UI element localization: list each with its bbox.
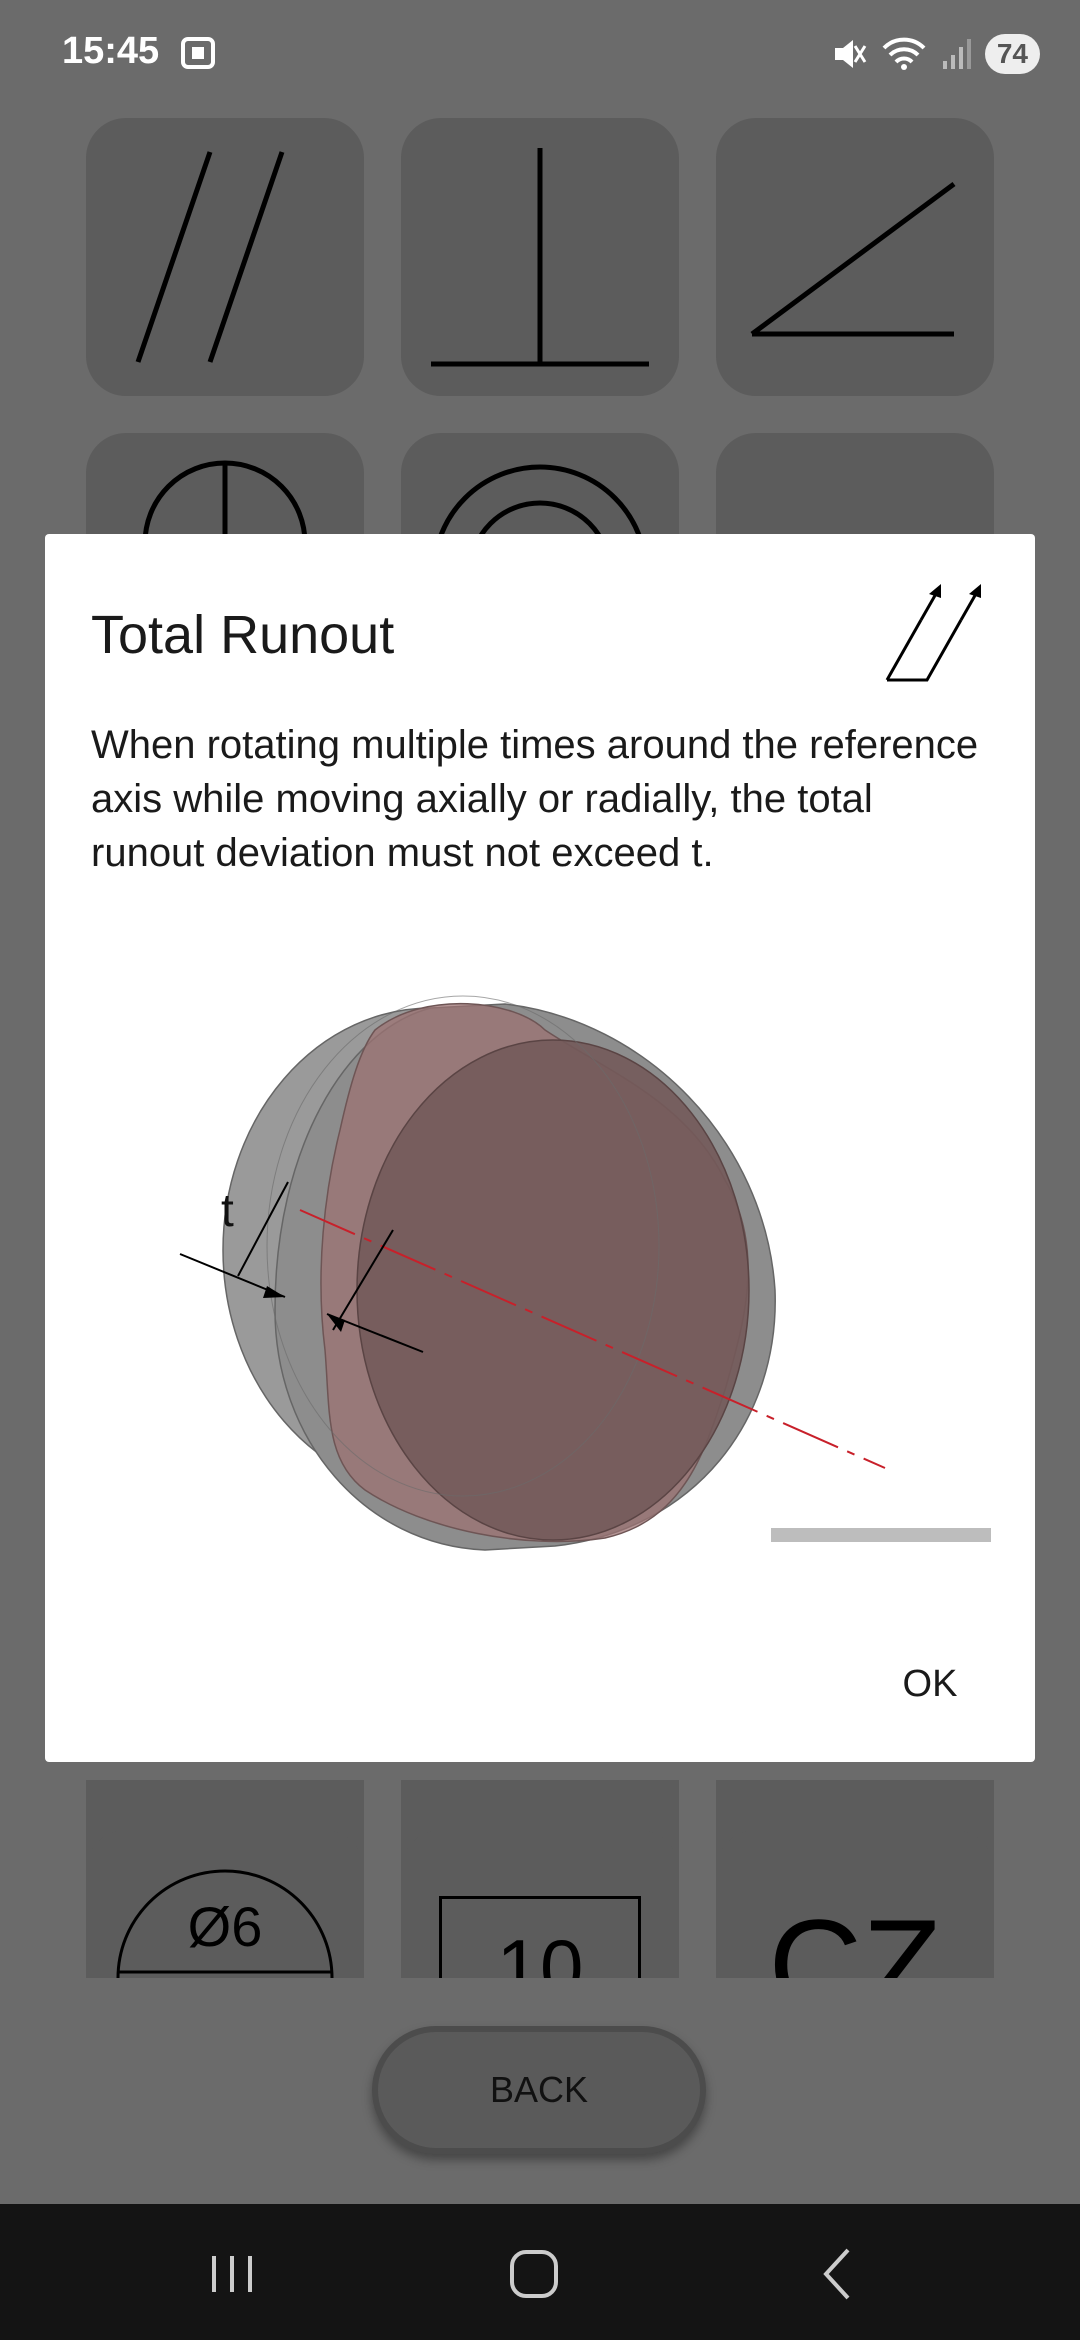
basic-dimension-label: 10 [496, 1923, 584, 1978]
total-runout-dialog: Total Runout When rotating multiple time… [45, 534, 1035, 1762]
common-zone-tile[interactable]: CZ [716, 1830, 994, 1978]
dimension-t-label: t [221, 1184, 234, 1236]
wifi-icon [882, 37, 926, 70]
status-bar: 15:45 74 [0, 0, 1080, 110]
total-runout-icon [885, 584, 981, 682]
signal-icon [942, 39, 971, 69]
back-nav-icon[interactable] [798, 2234, 878, 2314]
bottom-symbol-row: Ø6 10 CZ [0, 1780, 1080, 1978]
status-time: 15:45 [62, 30, 160, 72]
perpendicularity-tile[interactable] [401, 118, 679, 396]
cylinder-front-face [356, 1039, 750, 1541]
dialog-title: Total Runout [91, 605, 395, 665]
battery-indicator: 74 [984, 34, 1040, 74]
mute-icon [834, 40, 867, 68]
recent-apps-icon[interactable] [192, 2234, 272, 2314]
angularity-tile[interactable] [716, 118, 994, 396]
parallelism-icon [135, 151, 285, 363]
system-navigation-bar [0, 2204, 1080, 2340]
perpendicularity-icon [431, 148, 649, 367]
diameter-tile[interactable]: Ø6 [86, 1830, 364, 1978]
loading-progress-bar [771, 1528, 991, 1542]
dialog-description: When rotating multiple times around the … [91, 723, 979, 875]
diameter-label: Ø6 [187, 1895, 263, 1958]
screenshot-icon [181, 37, 215, 69]
total-runout-illustration: t [179, 995, 886, 1551]
basic-dimension-tile[interactable]: 10 [401, 1830, 679, 1978]
common-zone-label: CZ [768, 1892, 942, 1978]
ok-button[interactable]: OK [875, 1644, 985, 1724]
back-button[interactable]: BACK [372, 2026, 706, 2154]
parallelism-tile[interactable] [86, 118, 364, 396]
home-icon[interactable] [494, 2234, 574, 2314]
angularity-icon [750, 181, 956, 337]
